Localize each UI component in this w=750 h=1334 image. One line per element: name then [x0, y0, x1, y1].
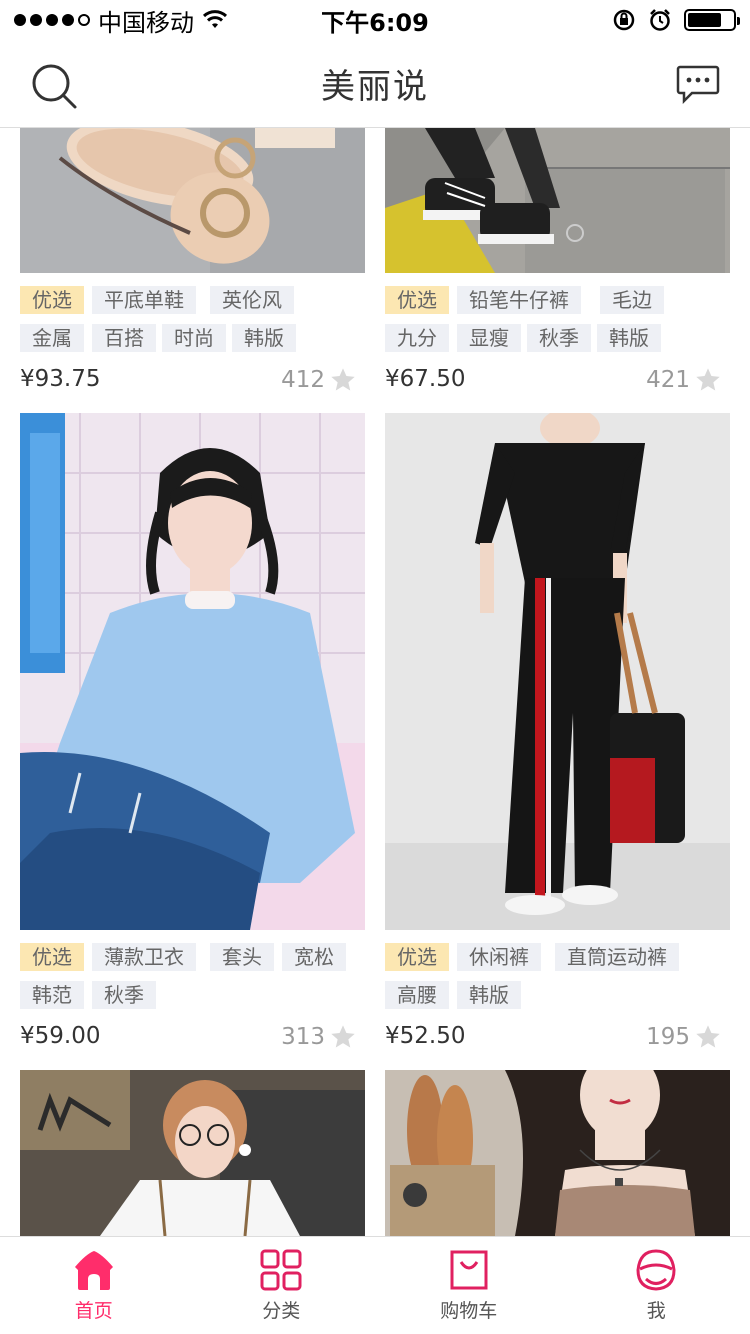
product-price: ¥93.75 — [20, 366, 101, 392]
wifi-icon — [202, 10, 228, 28]
star-icon[interactable] — [694, 366, 722, 394]
like-count: 412 — [281, 367, 325, 393]
tag-selected[interactable]: 优选 — [20, 943, 84, 971]
like-button[interactable]: 195 — [646, 1023, 722, 1051]
tag-selected[interactable]: 优选 — [385, 943, 449, 971]
tag[interactable]: 九分 — [385, 324, 449, 352]
carrier-label: 中国移动 — [98, 8, 194, 37]
product-image[interactable] — [20, 1070, 365, 1236]
tag[interactable]: 休闲裤 — [457, 943, 541, 971]
tab-label-me: 我 — [646, 1300, 666, 1322]
product-image[interactable] — [385, 128, 730, 273]
page-title: 美丽说 — [321, 67, 429, 107]
status-left: 中国移动 — [14, 3, 228, 38]
tab-label-cart: 购物车 — [440, 1300, 498, 1322]
tag[interactable]: 套头 — [210, 943, 274, 971]
product-image[interactable] — [385, 1070, 730, 1236]
like-button[interactable]: 313 — [281, 1023, 357, 1051]
shopping-bag-icon[interactable] — [447, 1248, 491, 1292]
tab-cart[interactable]: 购物车 — [375, 1237, 563, 1334]
product-image[interactable] — [20, 128, 365, 273]
product-price: ¥67.50 — [385, 366, 466, 392]
search-icon[interactable] — [30, 62, 78, 110]
battery-icon — [684, 9, 740, 31]
tag[interactable]: 韩版 — [232, 324, 296, 352]
like-count: 313 — [281, 1024, 325, 1050]
product-card[interactable]: 优选 平底单鞋 英伦风 金属 百搭 时尚 韩版 ¥93.75 412 — [20, 128, 365, 403]
like-count: 421 — [646, 367, 690, 393]
product-price: ¥59.00 — [20, 1023, 101, 1049]
tag[interactable]: 显瘦 — [457, 324, 521, 352]
tab-label-category: 分类 — [262, 1300, 301, 1322]
tag[interactable]: 英伦风 — [210, 286, 294, 314]
product-card[interactable]: 优选 休闲裤 直筒运动裤 高腰 韩版 ¥52.50 195 — [385, 413, 730, 1063]
star-icon[interactable] — [329, 1023, 357, 1051]
tab-me[interactable]: 我 — [563, 1237, 750, 1334]
product-card[interactable] — [385, 1070, 730, 1236]
tag[interactable]: 金属 — [20, 324, 84, 352]
star-icon[interactable] — [329, 366, 357, 394]
tag[interactable]: 宽松 — [282, 943, 346, 971]
tag[interactable]: 铅笔牛仔裤 — [457, 286, 581, 314]
nav-bar: 美丽说 — [0, 40, 750, 128]
product-card[interactable]: 优选 铅笔牛仔裤 毛边 九分 显瘦 秋季 韩版 ¥67.50 421 — [385, 128, 730, 403]
home-icon[interactable] — [72, 1248, 116, 1292]
tag[interactable]: 平底单鞋 — [92, 286, 196, 314]
status-right — [612, 8, 740, 32]
status-bar: 中国移动 下午6:09 — [0, 0, 750, 40]
tab-label-home: 首页 — [74, 1300, 113, 1322]
tag[interactable]: 韩范 — [20, 981, 84, 1009]
product-image[interactable] — [20, 413, 365, 930]
tag[interactable]: 时尚 — [162, 324, 226, 352]
tag[interactable]: 高腰 — [385, 981, 449, 1009]
tag[interactable]: 百搭 — [92, 324, 156, 352]
product-price: ¥52.50 — [385, 1023, 466, 1049]
tag-selected[interactable]: 优选 — [20, 286, 84, 314]
tag[interactable]: 直筒运动裤 — [555, 943, 679, 971]
signal-icon — [14, 14, 90, 26]
alarm-icon — [650, 9, 670, 31]
message-icon[interactable] — [676, 64, 720, 104]
product-card[interactable]: 优选 薄款卫衣 套头 宽松 韩范 秋季 ¥59.00 313 — [20, 413, 365, 1063]
tag[interactable]: 秋季 — [92, 981, 156, 1009]
tag-selected[interactable]: 优选 — [385, 286, 449, 314]
tab-category[interactable]: 分类 — [188, 1237, 376, 1334]
rotation-lock-icon — [613, 9, 635, 31]
star-icon[interactable] — [694, 1023, 722, 1051]
product-feed[interactable]: 优选 平底单鞋 英伦风 金属 百搭 时尚 韩版 ¥93.75 412 优选 铅笔… — [0, 128, 750, 1236]
tag[interactable]: 韩版 — [597, 324, 661, 352]
tab-home[interactable]: 首页 — [0, 1237, 188, 1334]
product-image[interactable] — [385, 413, 730, 930]
product-card[interactable] — [20, 1070, 365, 1236]
grid-icon[interactable] — [259, 1248, 303, 1292]
tag[interactable]: 薄款卫衣 — [92, 943, 196, 971]
tag[interactable]: 毛边 — [600, 286, 664, 314]
battery-fill — [688, 13, 721, 27]
tag[interactable]: 秋季 — [527, 324, 591, 352]
like-button[interactable]: 412 — [281, 366, 357, 394]
tag[interactable]: 韩版 — [457, 981, 521, 1009]
like-count: 195 — [646, 1024, 690, 1050]
profile-icon[interactable] — [634, 1248, 678, 1292]
tab-bar: 首页 分类 购物车 我 — [0, 1236, 750, 1334]
like-button[interactable]: 421 — [646, 366, 722, 394]
